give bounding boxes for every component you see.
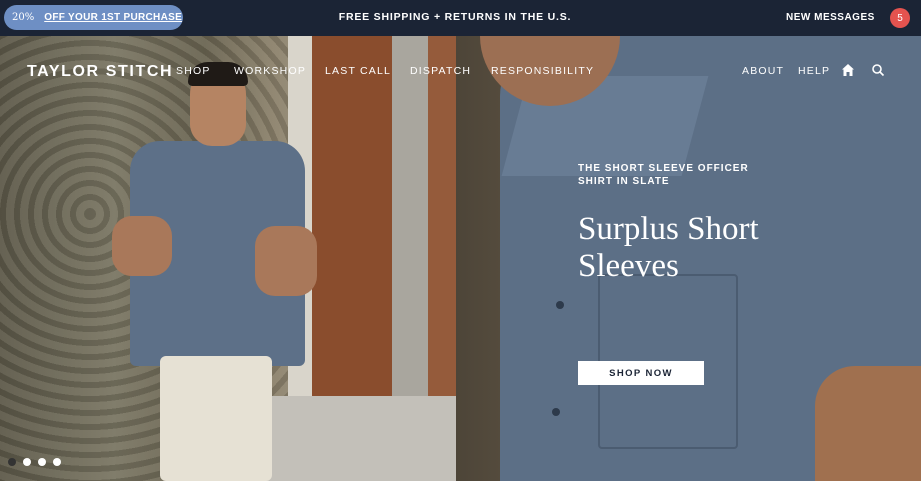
nav-last-call[interactable]: LAST CALL xyxy=(325,65,391,77)
wooden-door-2 xyxy=(428,36,456,416)
hero-image-left xyxy=(0,36,456,481)
carousel-dot[interactable] xyxy=(53,458,61,466)
model-arm-right xyxy=(255,226,317,296)
nav-shop[interactable]: SHOP xyxy=(176,65,211,77)
hero-eyebrow: THE SHORT SLEEVE OFFICER SHIRT IN SLATE xyxy=(578,163,749,187)
nav-about[interactable]: ABOUT xyxy=(742,65,784,77)
wooden-door xyxy=(312,36,392,416)
message-count-badge[interactable]: 5 xyxy=(890,8,910,28)
carousel-dots xyxy=(8,458,61,466)
new-messages-link[interactable]: NEW MESSAGES xyxy=(786,12,875,23)
model-arm-left xyxy=(112,216,172,276)
nav-help[interactable]: HELP xyxy=(798,65,830,77)
model-shorts xyxy=(160,356,272,481)
shirt-button xyxy=(552,408,560,416)
announcement-bar: 20% OFF YOUR 1ST PURCHASE FREE SHIPPING … xyxy=(0,0,921,36)
hero-banner: TAYLOR STITCH SHOP WORKSHOP LAST CALL DI… xyxy=(0,36,921,481)
site-logo[interactable]: TAYLOR STITCH xyxy=(27,63,173,81)
carousel-dot[interactable] xyxy=(8,458,16,466)
carousel-dot[interactable] xyxy=(38,458,46,466)
nav-workshop[interactable]: WORKSHOP xyxy=(234,65,306,77)
home-icon[interactable] xyxy=(841,63,855,77)
promo-percent: 20% xyxy=(12,12,35,23)
hero-headline: Surplus Short Sleeves xyxy=(578,211,759,284)
carousel-dot[interactable] xyxy=(23,458,31,466)
promo-offer-link[interactable]: OFF YOUR 1ST PURCHASE xyxy=(44,12,182,23)
doorway xyxy=(392,36,428,416)
nav-dispatch[interactable]: DISPATCH xyxy=(410,65,471,77)
shipping-message: FREE SHIPPING + RETURNS IN THE U.S. xyxy=(338,11,572,23)
shop-now-button[interactable]: SHOP NOW xyxy=(578,361,704,385)
search-icon[interactable] xyxy=(871,63,885,77)
promo-pill[interactable]: 20% OFF YOUR 1ST PURCHASE xyxy=(4,5,183,30)
model-arm xyxy=(815,366,921,481)
shirt-button xyxy=(556,301,564,309)
street xyxy=(250,396,456,481)
nav-responsibility[interactable]: RESPONSIBILITY xyxy=(491,65,594,77)
